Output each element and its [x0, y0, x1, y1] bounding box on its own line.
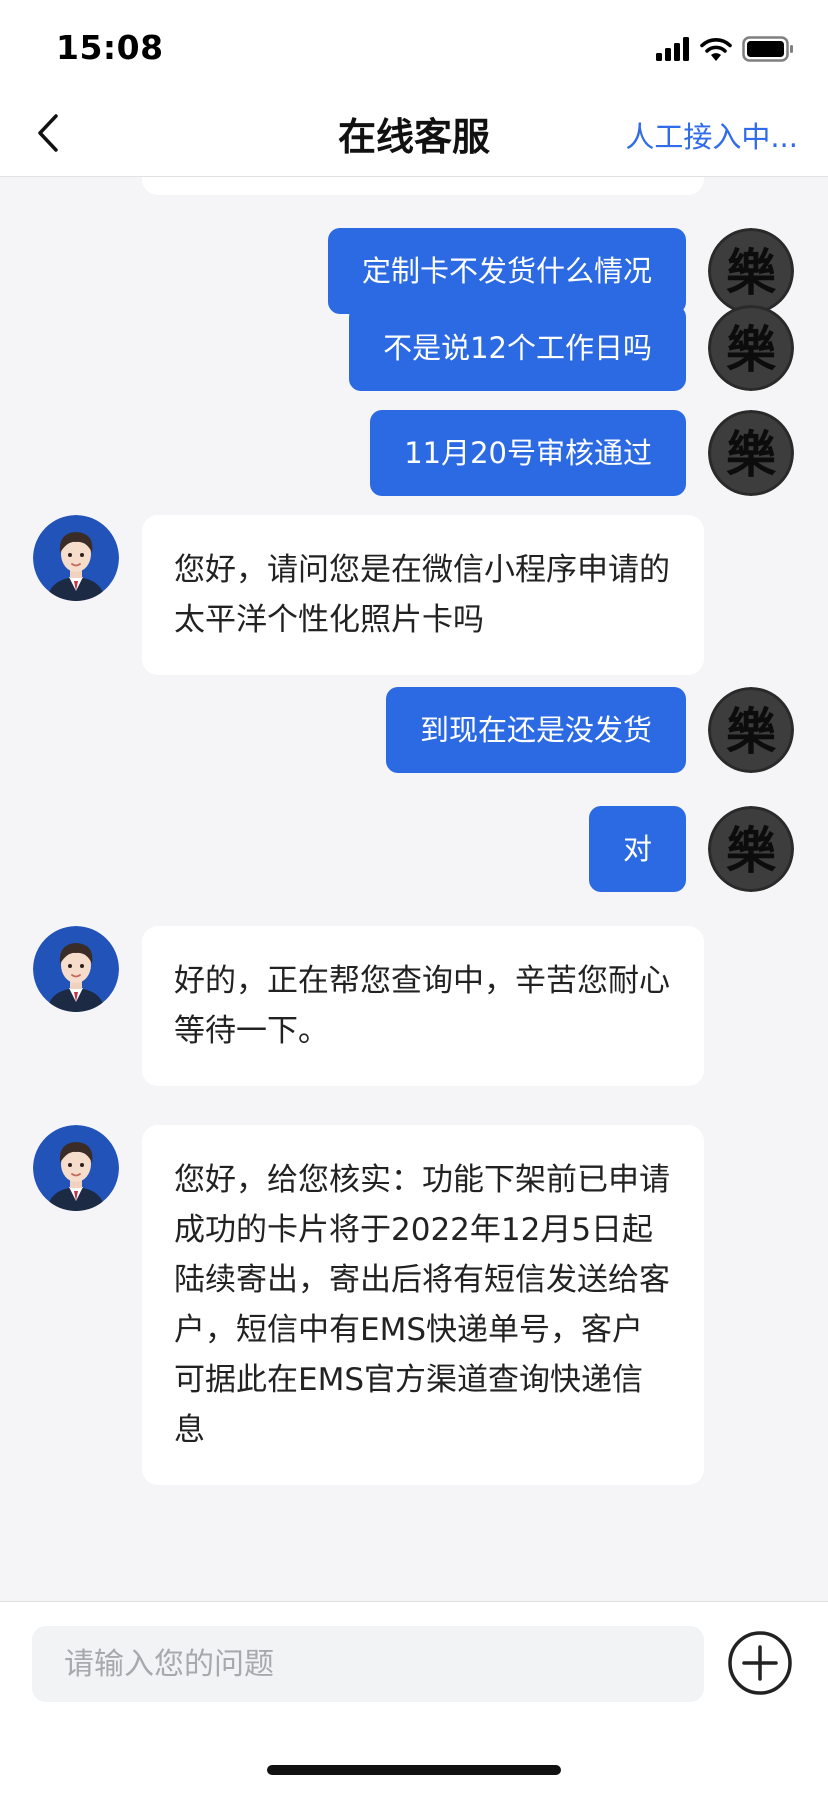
user-message-bubble[interactable]: 到现在还是没发货	[385, 687, 686, 773]
agent-avatar[interactable]	[33, 515, 119, 601]
agent-avatar-image	[33, 515, 119, 601]
nav-bar: 在线客服 人工接入中...	[0, 90, 828, 177]
partial-message-bubble	[142, 177, 704, 195]
agent-avatar-image	[33, 926, 119, 1012]
user-avatar[interactable]: 樂	[708, 410, 794, 496]
svg-text:樂: 樂	[726, 821, 777, 880]
plus-circle-icon	[728, 1631, 792, 1695]
user-avatar[interactable]: 樂	[708, 806, 794, 892]
user-message-bubble[interactable]: 11月20号审核通过	[370, 410, 686, 496]
agent-avatar[interactable]	[33, 1125, 119, 1211]
user-avatar[interactable]: 樂	[708, 687, 794, 773]
user-message-bubble[interactable]: 对	[588, 806, 686, 892]
agent-message-bubble[interactable]: 您好，请问您是在微信小程序申请的太平洋个性化照片卡吗	[142, 515, 704, 675]
agent-avatar-image	[33, 1125, 119, 1211]
user-avatar-image: 樂	[708, 305, 794, 391]
status-icons	[656, 36, 794, 62]
svg-text:樂: 樂	[726, 425, 777, 484]
svg-text:樂: 樂	[726, 243, 777, 302]
user-message-bubble[interactable]: 定制卡不发货什么情况	[327, 228, 686, 314]
user-message-bubble[interactable]: 不是说12个工作日吗	[349, 305, 686, 391]
agent-message-bubble[interactable]: 好的，正在帮您查询中，辛苦您耐心等待一下。	[142, 926, 704, 1086]
user-avatar-image: 樂	[708, 687, 794, 773]
user-avatar[interactable]: 樂	[708, 305, 794, 391]
chat-area[interactable]: 定制卡不发货什么情况 樂 不是说12个工作日吗 樂 11月20号审核通过 樂 您…	[0, 177, 828, 1601]
agent-message-bubble[interactable]: 您好，给您核实：功能下架前已申请成功的卡片将于2022年12月5日起陆续寄出，寄…	[142, 1125, 704, 1485]
user-avatar-image: 樂	[708, 806, 794, 892]
battery-icon	[742, 36, 793, 62]
signal-icon	[656, 37, 689, 61]
user-avatar-image: 樂	[708, 410, 794, 496]
status-time: 15:08	[56, 28, 164, 67]
agent-avatar[interactable]	[33, 926, 119, 1012]
message-input[interactable]	[32, 1626, 704, 1702]
svg-text:樂: 樂	[726, 702, 777, 761]
back-button[interactable]	[28, 108, 72, 158]
user-avatar-image: 樂	[708, 228, 794, 314]
home-indicator	[267, 1765, 561, 1775]
user-avatar[interactable]: 樂	[708, 228, 794, 314]
wifi-icon	[700, 38, 732, 61]
chevron-left-icon	[38, 114, 58, 152]
agent-connecting-status[interactable]: 人工接入中...	[625, 114, 798, 156]
svg-text:樂: 樂	[726, 320, 777, 379]
add-attachment-button[interactable]	[726, 1629, 794, 1697]
status-bar: 15:08	[0, 0, 828, 90]
